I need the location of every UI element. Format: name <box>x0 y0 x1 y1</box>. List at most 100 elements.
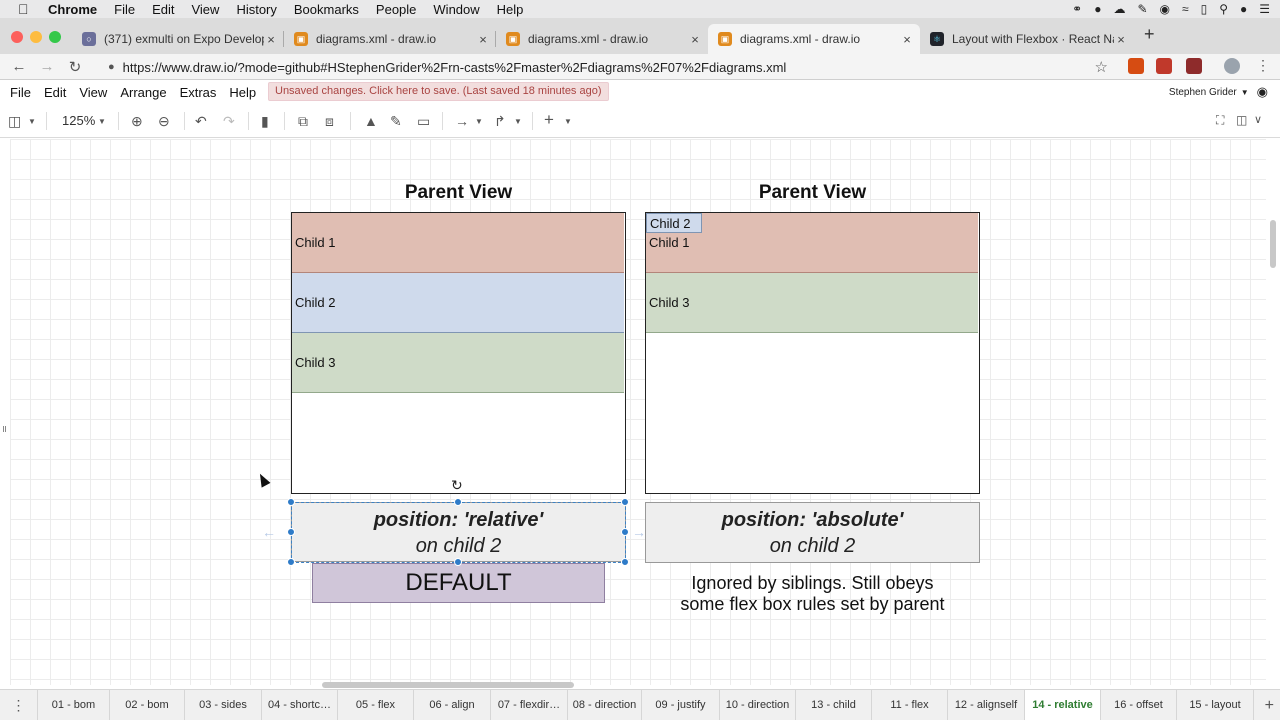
battery-icon[interactable]: ▯ <box>1201 2 1208 16</box>
drawio-menu-arrange[interactable]: Arrange <box>120 85 166 100</box>
connect-left-arrow-icon[interactable]: ← <box>262 524 276 540</box>
collapse-icon[interactable]: ∨ <box>1254 113 1262 126</box>
page-tab[interactable]: 04 - shortc… <box>262 690 338 720</box>
page-tab[interactable]: 08 - direction <box>568 690 642 720</box>
elephant-icon[interactable]: ● <box>1094 2 1101 16</box>
fullscreen-icon[interactable]: ⛶ <box>1216 113 1224 128</box>
menu-app-name[interactable]: Chrome <box>48 2 97 17</box>
apple-icon[interactable]:  <box>18 1 34 17</box>
absolute-caption[interactable]: Ignored by siblings. Still obeys some fl… <box>645 573 980 615</box>
right-child-2-absolute[interactable]: Child 2 <box>646 213 702 233</box>
page-tab-active[interactable]: 14 - relative <box>1025 690 1101 720</box>
page-tab[interactable]: 07 - flexdir… <box>491 690 568 720</box>
drawio-menu-view[interactable]: View <box>79 85 107 100</box>
drawio-menu-extras[interactable]: Extras <box>180 85 217 100</box>
extension-icon[interactable] <box>1128 58 1144 74</box>
page-tab[interactable]: 10 - direction <box>720 690 796 720</box>
chevron-down-icon[interactable]: ▼ <box>1241 88 1249 97</box>
list-icon[interactable]: ☰ <box>1259 2 1270 16</box>
right-parent-title[interactable]: Parent View <box>645 182 980 204</box>
add-page-icon[interactable]: + <box>1265 690 1274 720</box>
shadow-icon[interactable]: ▭ <box>417 113 430 130</box>
maximize-window-icon[interactable] <box>49 31 61 43</box>
address-bar[interactable]: ● https://www.draw.io/?mode=github#HStep… <box>96 56 1118 78</box>
close-tab-icon[interactable]: × <box>264 32 278 47</box>
record-icon[interactable]: ◉ <box>1160 2 1170 16</box>
browser-tab[interactable]: ▣ diagrams.xml - draw.io × <box>284 24 496 54</box>
page-tab[interactable]: 06 - align <box>414 690 491 720</box>
chrome-menu-icon[interactable]: ⋮ <box>1256 57 1270 74</box>
minimize-window-icon[interactable] <box>30 31 42 43</box>
left-child-3[interactable]: Child 3 <box>292 333 624 393</box>
left-child-1[interactable]: Child 1 <box>292 213 624 273</box>
menu-file[interactable]: File <box>114 2 135 17</box>
user-name[interactable]: Stephen Grider <box>1169 87 1237 98</box>
globe-icon[interactable]: ◉ <box>1257 84 1268 100</box>
reload-icon[interactable]: ↻ <box>66 58 84 76</box>
extension-icon[interactable] <box>1156 58 1172 74</box>
chevron-down-icon[interactable]: ▼ <box>98 117 106 126</box>
close-window-icon[interactable] <box>11 31 23 43</box>
close-tab-icon[interactable]: × <box>900 32 914 47</box>
pages-menu-icon[interactable]: ⋮ <box>0 690 38 720</box>
url-text[interactable]: https://www.draw.io/?mode=github#HStephe… <box>123 60 787 75</box>
insert-plus-icon[interactable]: + <box>544 110 554 130</box>
rotate-handle-icon[interactable]: ↻ <box>451 477 463 494</box>
close-tab-icon[interactable]: × <box>1114 32 1128 47</box>
glasses-icon[interactable]: ⚭ <box>1072 2 1082 16</box>
page-tab[interactable]: 16 - offset <box>1101 690 1177 720</box>
connection-icon[interactable]: → <box>455 113 469 129</box>
page-tab[interactable]: 05 - flex <box>338 690 414 720</box>
waypoints-icon[interactable]: ↱ <box>494 113 506 130</box>
siri-icon[interactable]: ● <box>1240 2 1247 16</box>
zoom-in-icon[interactable]: ⊕ <box>131 113 143 130</box>
diagram-canvas[interactable] <box>10 139 1266 685</box>
menu-window[interactable]: Window <box>433 2 479 17</box>
page-tab[interactable]: 03 - sides <box>185 690 262 720</box>
page-tab[interactable]: 09 - justify <box>642 690 720 720</box>
bookmark-star-icon[interactable]: ☆ <box>1095 58 1108 76</box>
page-tab[interactable]: 12 - alignself <box>948 690 1025 720</box>
format-toggle-icon[interactable]: ◫ <box>1236 113 1247 127</box>
left-parent-title[interactable]: Parent View <box>291 182 626 204</box>
sidebar-grip[interactable] <box>3 426 6 432</box>
fill-color-icon[interactable]: ▲ <box>364 113 378 129</box>
page-tab[interactable]: 11 - flex <box>872 690 948 720</box>
page-tab[interactable]: 13 - child <box>796 690 872 720</box>
resize-handle[interactable] <box>621 528 629 536</box>
menu-edit[interactable]: Edit <box>152 2 174 17</box>
drawio-menu-edit[interactable]: Edit <box>44 85 66 100</box>
zoom-level[interactable]: 125% <box>62 113 95 128</box>
menu-people[interactable]: People <box>376 2 416 17</box>
zoom-out-icon[interactable]: ⊖ <box>158 113 170 130</box>
redo-icon[interactable]: ↷ <box>223 113 235 130</box>
chevron-down-icon[interactable]: ▼ <box>475 117 483 126</box>
horizontal-scrollbar[interactable] <box>322 682 574 688</box>
page-tab[interactable]: 01 - bom <box>38 690 110 720</box>
right-parent-view[interactable]: Child 1 Child 3 Child 2 <box>645 212 980 494</box>
resize-handle[interactable] <box>287 498 295 506</box>
browser-tab[interactable]: ○ (371) exmulti on Expo Developer × <box>72 24 284 54</box>
wifi-icon[interactable]: ≈ <box>1182 2 1189 16</box>
extension-icon[interactable] <box>1186 58 1202 74</box>
resize-handle[interactable] <box>621 558 629 566</box>
new-tab-icon[interactable]: + <box>1144 24 1155 45</box>
resize-handle[interactable] <box>454 558 462 566</box>
back-arrow-icon[interactable]: ← <box>10 58 28 75</box>
unsaved-changes-notice[interactable]: Unsaved changes. Click here to save. (La… <box>268 82 609 101</box>
browser-tab-active[interactable]: ▣ diagrams.xml - draw.io × <box>708 24 920 54</box>
line-color-icon[interactable]: ✎ <box>390 113 402 130</box>
to-back-icon[interactable]: ⧈ <box>325 113 334 130</box>
menu-view[interactable]: View <box>191 2 219 17</box>
resize-handle[interactable] <box>287 528 295 536</box>
forward-arrow-icon[interactable]: → <box>38 58 56 75</box>
connect-right-arrow-icon[interactable]: → <box>632 524 646 540</box>
left-parent-view[interactable]: Child 1 Child 2 Child 3 <box>291 212 626 494</box>
menu-history[interactable]: History <box>236 2 276 17</box>
menu-help[interactable]: Help <box>497 2 524 17</box>
pen-icon[interactable]: ✎ <box>1137 2 1147 16</box>
default-box[interactable]: DEFAULT <box>312 563 605 603</box>
browser-tab[interactable]: ▣ diagrams.xml - draw.io × <box>496 24 708 54</box>
page-tab[interactable]: 02 - bom <box>110 690 185 720</box>
cloud-icon[interactable]: ☁ <box>1113 2 1125 16</box>
